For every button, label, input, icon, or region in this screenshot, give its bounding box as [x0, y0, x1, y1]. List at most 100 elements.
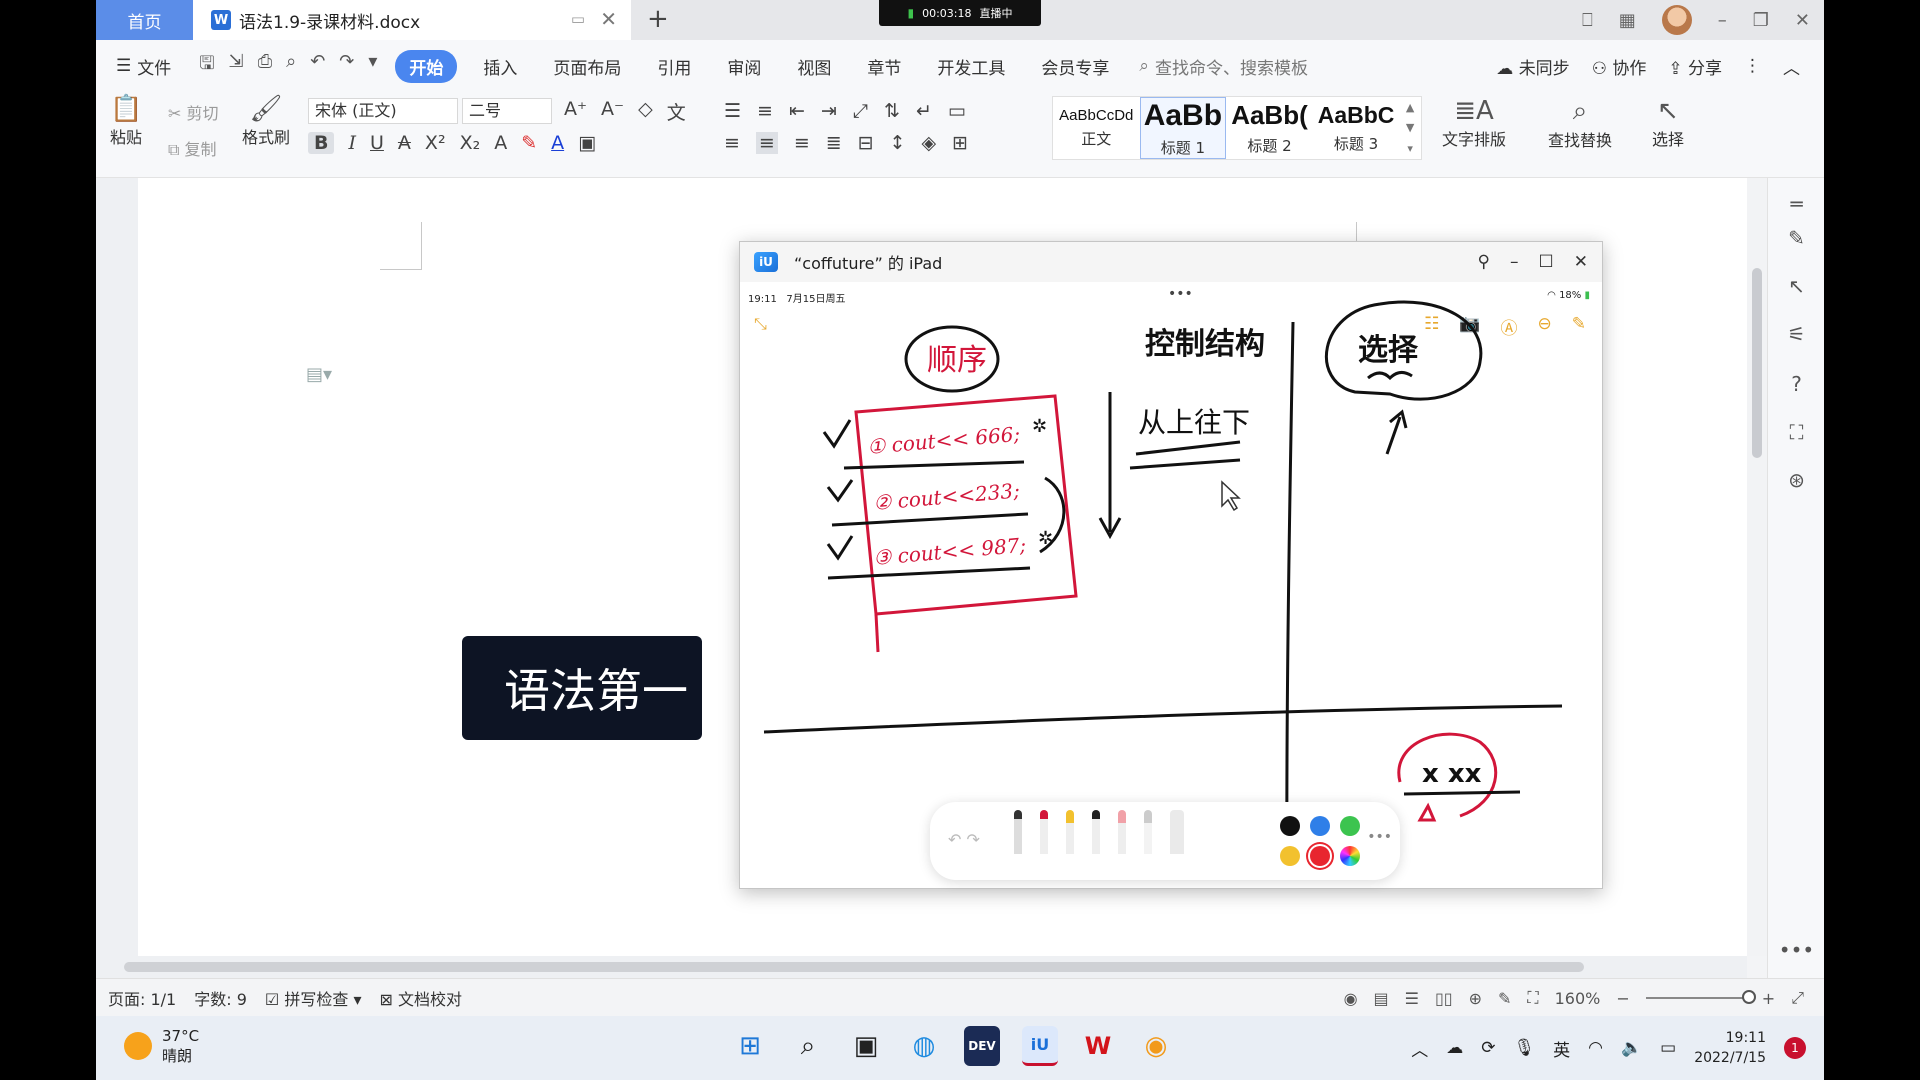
decrease-indent-icon[interactable]: ⇤ — [789, 100, 805, 122]
zoom-out-icon[interactable]: − — [1616, 989, 1629, 1008]
menu-references[interactable]: 引用 — [639, 54, 709, 79]
pin-icon[interactable]: ⚲ — [1478, 252, 1490, 272]
strikethrough-icon[interactable]: A — [398, 132, 411, 154]
windows-start-icon[interactable]: ⊞ — [732, 1026, 768, 1066]
spell-check-button[interactable]: ☑ 拼写检查 ▾ — [265, 986, 362, 1010]
subscript-icon[interactable]: X₂ — [460, 132, 481, 154]
paste-button[interactable]: 📋 粘贴 — [110, 94, 142, 148]
close-window-icon[interactable]: ✕ — [1795, 10, 1810, 31]
fine-pen-tool[interactable] — [1040, 810, 1048, 854]
mirror-app-taskbar-icon[interactable]: iU — [1022, 1026, 1058, 1066]
grid-apps-icon[interactable]: ▦ — [1619, 10, 1636, 31]
volume-icon[interactable]: 🔈 — [1621, 1038, 1642, 1058]
fullscreen-icon[interactable]: ⤢ — [1791, 988, 1804, 1008]
chinese-layout-icon[interactable]: ⤢ — [853, 100, 868, 122]
collapse-ribbon-icon[interactable]: ︿ — [1783, 54, 1800, 79]
style-normal[interactable]: AaBbCcDd 正文 — [1053, 97, 1140, 159]
search-taskbar-icon[interactable]: ⌕ — [790, 1026, 826, 1066]
clear-format-icon[interactable]: ◇ — [638, 98, 653, 125]
font-name-select[interactable]: 宋体 (正文) — [308, 98, 458, 124]
text-layout-button[interactable]: ≣A 文字排版 — [1442, 96, 1506, 150]
color-yellow-swatch[interactable] — [1280, 846, 1300, 866]
shrink-font-icon[interactable]: A⁻ — [601, 98, 624, 125]
print-preview-icon[interactable]: ⌕ — [286, 51, 296, 81]
menu-dev-tools[interactable]: 开发工具 — [919, 54, 1023, 79]
read-view-icon[interactable]: ▯▯ — [1435, 989, 1453, 1008]
wps-office-icon[interactable]: W — [1080, 1026, 1116, 1066]
vertical-scrollbar[interactable] — [1747, 178, 1767, 956]
ipad-minimize-icon[interactable]: – — [1510, 252, 1519, 272]
tab-home[interactable]: 首页 — [96, 0, 193, 40]
edge-browser-icon[interactable]: ◍ — [906, 1026, 942, 1066]
write-view-icon[interactable]: ✎ — [1498, 989, 1511, 1008]
microphone-icon[interactable]: 🎙 — [1514, 1038, 1536, 1058]
color-red-swatch[interactable] — [1310, 846, 1330, 866]
customize-icon[interactable]: ▾ — [368, 51, 377, 81]
style-heading-2[interactable]: AaBb( 标题 2 — [1226, 97, 1313, 159]
minimize-icon[interactable]: – — [1718, 10, 1727, 31]
sync-button[interactable]: ☁ 未同步 — [1496, 54, 1569, 79]
line-spacing-icon[interactable]: ↕ — [890, 132, 906, 154]
paragraph-options-icon[interactable]: ▤▾ — [306, 364, 332, 385]
ipad-mirror-window[interactable]: iU “coffuture” 的 iPad ⚲ – ☐ ✕ 19:11 7月15… — [739, 241, 1603, 889]
restore-icon[interactable]: ❐ — [1753, 10, 1769, 31]
align-left-icon[interactable]: ≡ — [724, 132, 740, 154]
proofread-button[interactable]: ⊠ 文档校对 — [379, 986, 462, 1010]
find-replace-button[interactable]: ⌕ 查找替换 — [1548, 96, 1612, 151]
underline-icon[interactable]: U — [370, 132, 384, 154]
more-menu-icon[interactable]: ⋮ — [1744, 56, 1761, 76]
export-icon[interactable]: ⇲ — [229, 51, 244, 81]
pointer-icon[interactable]: ↖ — [1768, 274, 1824, 298]
tray-expand-icon[interactable]: ︿ — [1411, 1036, 1428, 1061]
text-effect-icon[interactable]: A — [494, 132, 507, 154]
expand-icon[interactable]: ▾ — [1407, 142, 1413, 155]
highlighter-tool[interactable] — [1066, 810, 1074, 854]
print-icon[interactable]: ⎙ — [258, 51, 272, 81]
select-button[interactable]: ↖ 选择 — [1652, 96, 1684, 150]
highlight-icon[interactable]: ✎ — [521, 132, 537, 154]
wifi-tray-icon[interactable]: ◠ — [1588, 1038, 1603, 1058]
eraser-tool[interactable] — [1118, 810, 1126, 854]
vertical-scroll-thumb[interactable] — [1752, 268, 1762, 458]
outline-view-icon[interactable]: ☰ — [1405, 989, 1419, 1008]
lasso-tool[interactable] — [1144, 810, 1152, 854]
sync-tray-icon[interactable]: ⟳ — [1481, 1038, 1495, 1058]
menu-member[interactable]: 会员专享 — [1023, 54, 1127, 79]
image-tool-icon[interactable]: ⛶ — [1768, 420, 1824, 444]
zoom-level[interactable]: 160% — [1555, 989, 1601, 1008]
table-ruler-icon[interactable]: ▭ — [948, 100, 966, 122]
share-button[interactable]: ⇪ 分享 — [1668, 54, 1722, 79]
font-size-select[interactable]: 二号 — [462, 98, 552, 124]
style-scroll[interactable]: ▲ ▼ ▾ — [1399, 97, 1421, 159]
ruler-tool[interactable] — [1170, 810, 1184, 854]
align-center-icon[interactable]: ≡ — [755, 132, 778, 154]
tab-document[interactable]: W 语法1.9-录课材料.docx ▭ ✕ — [193, 0, 631, 40]
font-color-icon[interactable]: A — [551, 132, 564, 154]
file-menu[interactable]: ☰ 文件 — [96, 54, 189, 79]
align-right-icon[interactable]: ≡ — [794, 132, 810, 154]
show-marks-icon[interactable]: ↵ — [916, 100, 932, 122]
menu-view[interactable]: 视图 — [779, 54, 849, 79]
collab-button[interactable]: ⚇ 协作 — [1592, 54, 1647, 79]
redo-icon[interactable]: ↷ — [339, 51, 354, 81]
horizontal-scrollbar[interactable] — [96, 956, 1747, 978]
phonetic-icon[interactable]: 文 — [667, 98, 686, 125]
chevron-up-icon[interactable]: ▲ — [1406, 101, 1414, 114]
menu-page-layout[interactable]: 页面布局 — [535, 54, 639, 79]
distribute-icon[interactable]: ⊟ — [858, 132, 874, 154]
superscript-icon[interactable]: X² — [425, 132, 446, 154]
ipad-title-bar[interactable]: iU “coffuture” 的 iPad ⚲ – ☐ ✕ — [740, 242, 1602, 282]
numbered-list-icon[interactable]: ≡ — [757, 100, 773, 122]
horizontal-scroll-thumb[interactable] — [124, 962, 1584, 972]
color-blue-swatch[interactable] — [1310, 816, 1330, 836]
menu-insert[interactable]: 插入 — [465, 54, 535, 79]
more-dots-icon[interactable]: ••• — [1768, 938, 1824, 962]
layout-icon[interactable]: ⎕ — [1582, 10, 1593, 31]
notification-badge[interactable]: 1 — [1784, 1037, 1806, 1059]
collapse-bar-icon[interactable]: ═ — [1768, 192, 1824, 216]
weather-widget[interactable]: 37°C 晴朗 — [124, 1026, 199, 1066]
tab-monitor-icon[interactable]: ▭ — [571, 10, 585, 28]
zoom-slider-knob[interactable] — [1741, 990, 1756, 1004]
sliders-icon[interactable]: ⚟ — [1768, 322, 1824, 346]
undo-icon[interactable]: ↶ — [310, 51, 325, 81]
